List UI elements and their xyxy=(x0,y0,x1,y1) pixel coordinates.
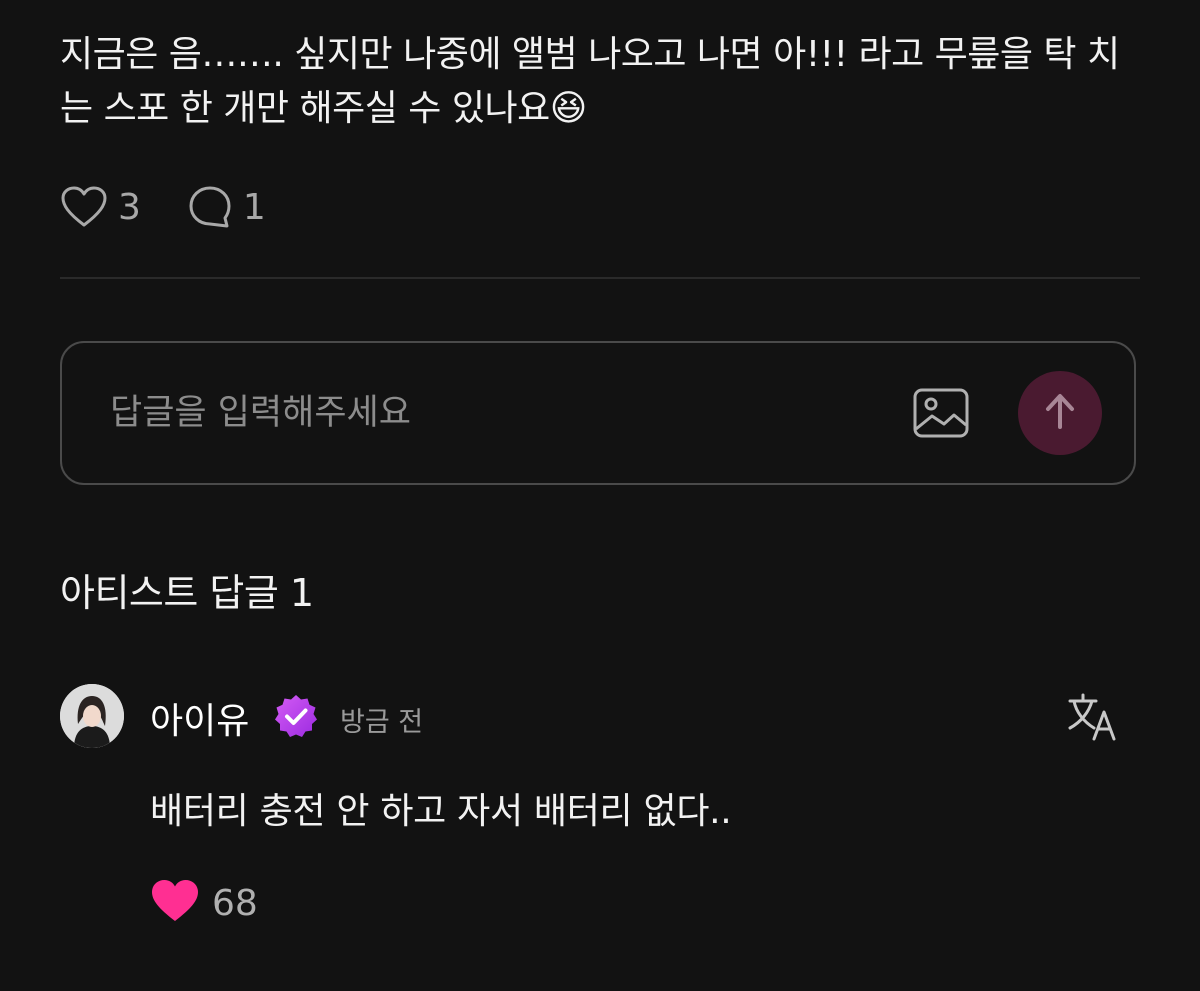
comment-text: 배터리 충전 안 하고 자서 배터리 없다.. xyxy=(150,791,732,832)
artist-reply: 아이유 방금 전 배터리 충전 안 하고 자서 배터리 없다.. 68 xyxy=(60,684,1140,944)
artist-replies-heading: 아티스트 답글 1 xyxy=(60,571,314,615)
post-like-button[interactable]: 3 xyxy=(60,185,141,229)
post-content: 지금은 음……. 싶지만 나중에 앨범 나오고 나면 아!!! 라고 무릎을 탁… xyxy=(60,28,1150,136)
post-comment-button[interactable]: 1 xyxy=(187,184,266,230)
speech-bubble-icon xyxy=(187,184,233,230)
avatar[interactable] xyxy=(60,684,124,748)
image-attach-button[interactable] xyxy=(912,385,970,441)
translate-button[interactable] xyxy=(1066,692,1120,742)
arrow-up-icon xyxy=(1043,391,1077,435)
post-text: 지금은 음……. 싶지만 나중에 앨범 나오고 나면 아!!! 라고 무릎을 탁… xyxy=(60,34,1120,129)
verified-badge-icon xyxy=(272,692,320,740)
post-like-count: 3 xyxy=(118,186,141,228)
comment-like-count: 68 xyxy=(212,882,258,924)
heart-filled-icon xyxy=(150,878,200,928)
comment-like-button[interactable]: 68 xyxy=(150,878,258,928)
reply-input[interactable] xyxy=(110,383,870,443)
send-button[interactable] xyxy=(1018,371,1102,455)
comment-timestamp: 방금 전 xyxy=(340,707,424,738)
reply-composer xyxy=(60,341,1136,485)
translate-icon xyxy=(1066,693,1120,746)
heart-outline-icon xyxy=(60,185,108,229)
post-comment-count: 1 xyxy=(242,186,266,228)
divider xyxy=(60,277,1140,279)
image-icon xyxy=(912,388,970,445)
post-actions: 3 1 xyxy=(60,184,266,230)
comment-author[interactable]: 아이유 xyxy=(150,692,249,744)
laughing-emoji-icon: 😆 xyxy=(549,88,588,129)
